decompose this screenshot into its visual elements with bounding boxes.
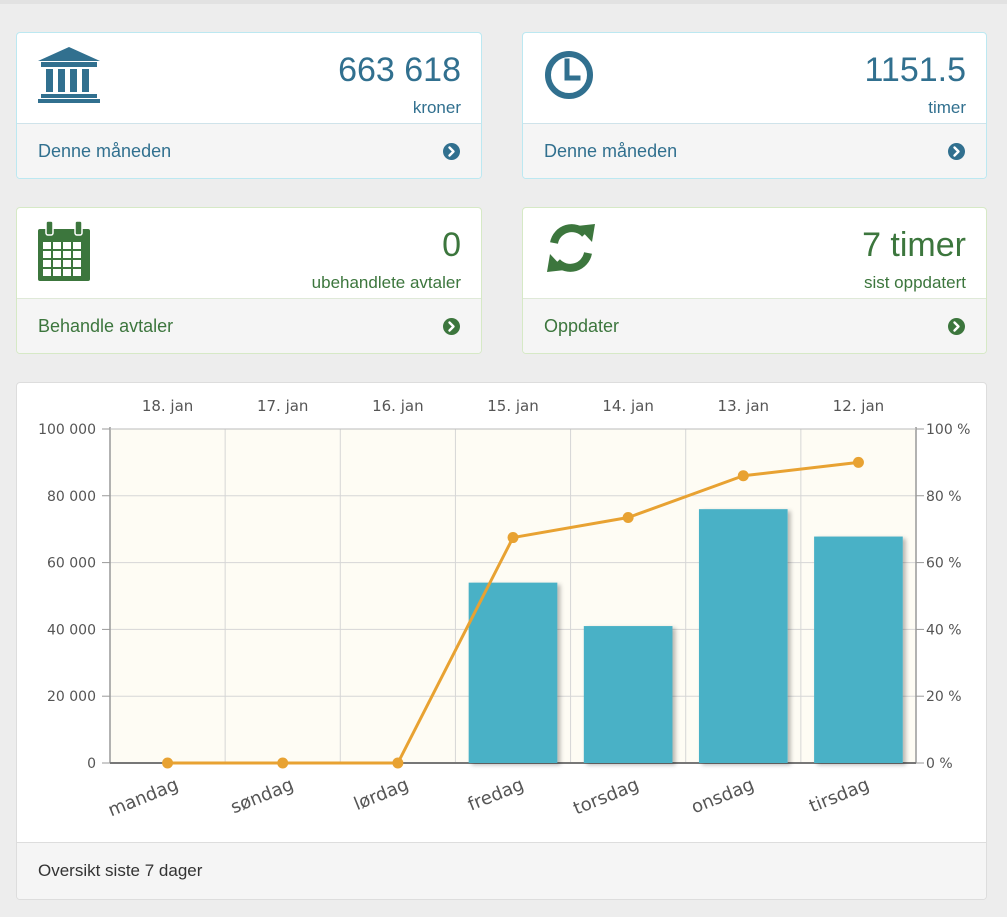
top-category-label: 12. jan bbox=[833, 397, 885, 415]
revenue-value: 663 618 bbox=[338, 51, 461, 89]
chart-footer-label: Oversikt siste 7 dager bbox=[38, 861, 203, 880]
left-tick-label: 80 000 bbox=[47, 489, 96, 505]
right-tick-label: 40 % bbox=[926, 622, 962, 638]
line-point bbox=[392, 757, 404, 769]
hours-card-footer[interactable]: Denne måneden bbox=[523, 123, 986, 178]
top-category-label: 13. jan bbox=[718, 397, 770, 415]
appointments-card: 0 ubehandlete avtaler Behandle avtaler bbox=[16, 207, 482, 354]
clock-icon bbox=[543, 45, 603, 110]
revenue-card-header: 663 618 kroner bbox=[17, 33, 481, 124]
overview-chart: 0 20 000 40 000 60 000 80 000 100 000 0 % 20 % 4… bbox=[38, 397, 970, 821]
bar bbox=[814, 536, 903, 763]
arrow-circle-right-icon[interactable] bbox=[948, 318, 965, 335]
bar bbox=[468, 582, 558, 763]
refresh-icon bbox=[543, 220, 599, 281]
update-card-header: 7 timer sist oppdatert bbox=[523, 208, 986, 299]
top-category-label: 17. jan bbox=[257, 397, 309, 415]
arrow-circle-right-icon[interactable] bbox=[443, 318, 460, 335]
bottom-category-label: søndag bbox=[228, 774, 297, 818]
bar bbox=[698, 509, 788, 763]
appointments-value: 0 bbox=[442, 226, 461, 264]
left-tick-label: 20 000 bbox=[47, 689, 96, 705]
bar bbox=[583, 626, 673, 763]
update-unit: sist oppdatert bbox=[863, 273, 966, 292]
hours-unit: timer bbox=[928, 98, 966, 117]
bottom-category-label: torsdag bbox=[570, 774, 642, 819]
top-category-label: 15. jan bbox=[487, 397, 539, 415]
hours-card: 1151.5 timer Denne måneden bbox=[522, 32, 987, 179]
left-tick-label: 40 000 bbox=[47, 622, 96, 638]
line-point bbox=[737, 470, 749, 482]
revenue-unit: kroner bbox=[412, 98, 461, 117]
update-card-footer[interactable]: Oppdater bbox=[523, 298, 986, 353]
hours-card-header: 1151.5 timer bbox=[523, 33, 986, 124]
left-tick-label: 100 000 bbox=[38, 422, 96, 438]
revenue-card-footer[interactable]: Denne måneden bbox=[17, 123, 481, 178]
top-border bbox=[0, 0, 1007, 4]
line-point bbox=[852, 456, 864, 468]
line-point bbox=[507, 532, 519, 544]
right-tick-label: 100 % bbox=[926, 422, 970, 438]
appointments-link[interactable]: Behandle avtaler bbox=[38, 316, 173, 336]
hours-value: 1151.5 bbox=[864, 51, 966, 89]
line-point bbox=[277, 757, 289, 769]
right-tick-label: 80 % bbox=[926, 489, 962, 505]
appointments-unit: ubehandlete avtaler bbox=[311, 273, 461, 292]
right-tick-label: 0 % bbox=[926, 756, 953, 772]
bottom-category-label: onsdag bbox=[688, 774, 757, 818]
line-point bbox=[622, 512, 634, 524]
hours-link[interactable]: Denne måneden bbox=[544, 141, 677, 161]
chart-panel-footer: Oversikt siste 7 dager bbox=[17, 842, 986, 899]
arrow-circle-right-icon[interactable] bbox=[948, 143, 965, 160]
bottom-category-label: mandag bbox=[105, 774, 181, 821]
bottom-category-label: fredag bbox=[465, 774, 527, 815]
arrow-circle-right-icon[interactable] bbox=[443, 143, 460, 160]
bank-icon bbox=[37, 45, 101, 110]
revenue-card: 663 618 kroner Denne måneden bbox=[16, 32, 482, 179]
chart-panel: 0 20 000 40 000 60 000 80 000 100 000 0 % 20 % 4… bbox=[16, 382, 987, 900]
update-card: 7 timer sist oppdatert Oppdater bbox=[522, 207, 987, 354]
top-category-label: 18. jan bbox=[142, 397, 194, 415]
left-tick-label: 60 000 bbox=[47, 556, 96, 572]
bottom-category-label: lørdag bbox=[351, 774, 412, 815]
calendar-icon bbox=[37, 220, 97, 287]
update-link[interactable]: Oppdater bbox=[544, 316, 619, 336]
top-category-label: 14. jan bbox=[602, 397, 654, 415]
appointments-card-header: 0 ubehandlete avtaler bbox=[17, 208, 481, 299]
update-value: 7 timer bbox=[862, 226, 966, 264]
right-tick-label: 60 % bbox=[926, 556, 962, 572]
bottom-category-label: tirsdag bbox=[806, 774, 872, 817]
line-point bbox=[162, 757, 174, 769]
appointments-card-footer[interactable]: Behandle avtaler bbox=[17, 298, 481, 353]
right-tick-label: 20 % bbox=[926, 689, 962, 705]
top-category-label: 16. jan bbox=[372, 397, 424, 415]
revenue-link[interactable]: Denne måneden bbox=[38, 141, 171, 161]
left-tick-label: 0 bbox=[87, 756, 96, 772]
